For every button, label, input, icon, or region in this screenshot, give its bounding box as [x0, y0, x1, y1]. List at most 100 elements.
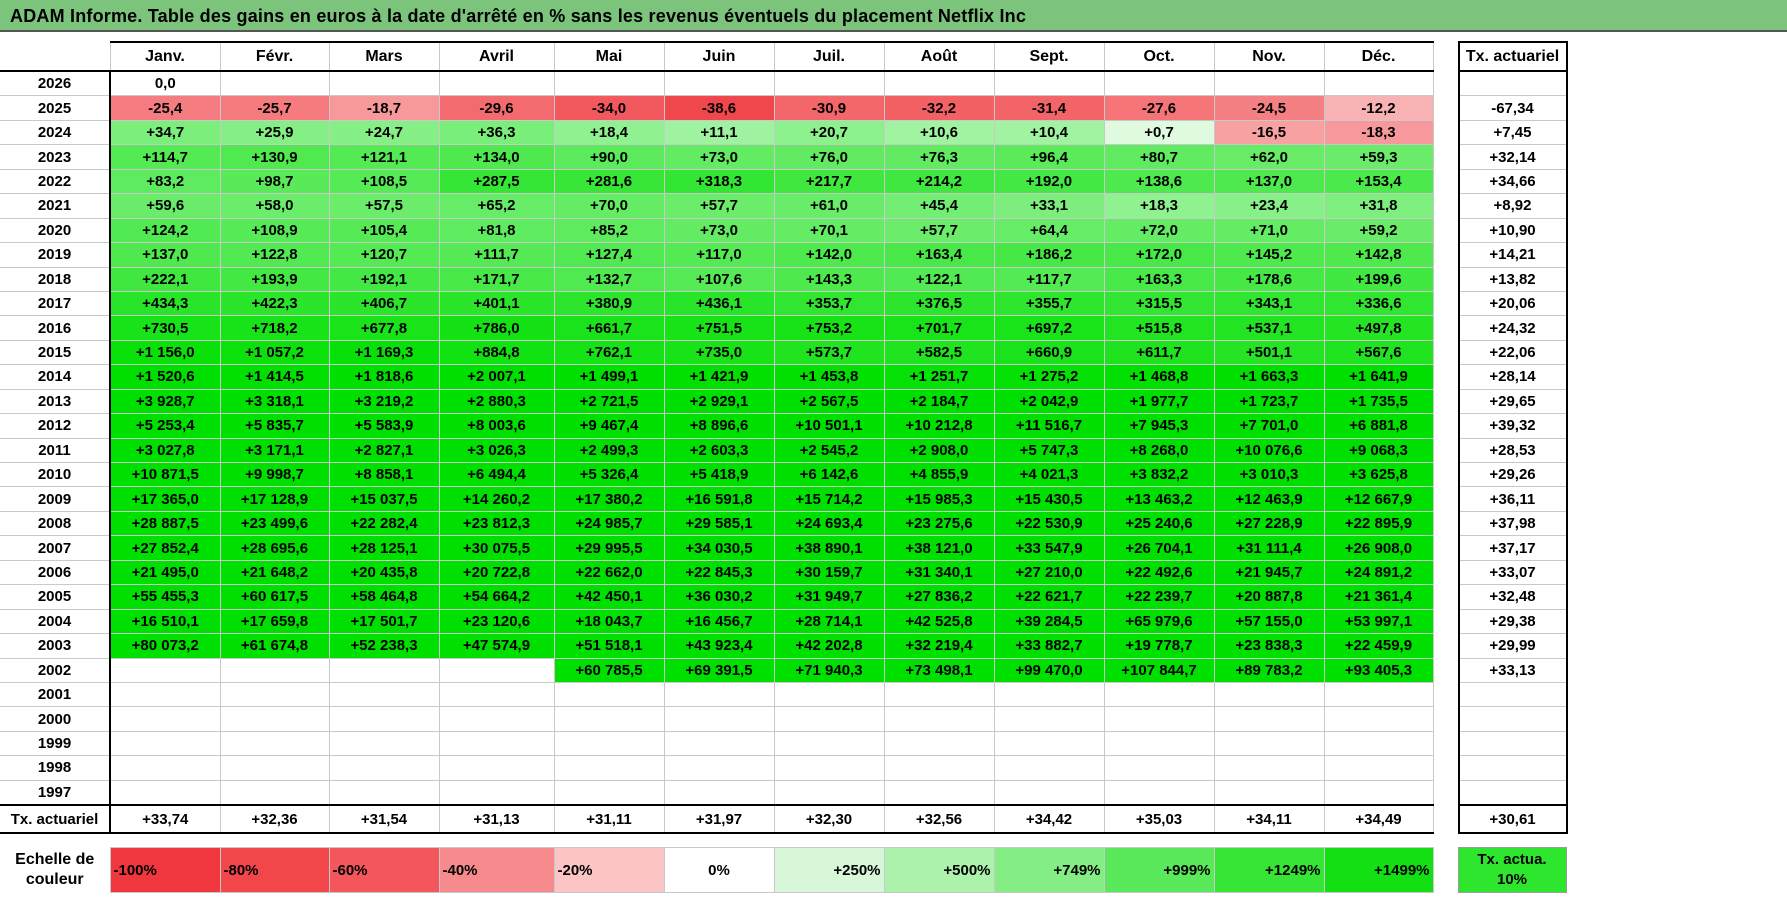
- gain-cell: [883, 779, 995, 806]
- tx-actuariel-cell: +10,90: [1457, 217, 1568, 244]
- column-gap: [1433, 438, 1459, 463]
- year-label: 2014: [0, 364, 111, 390]
- table-row: 2017 +434,3 +422,3 +406,7 +401,1 +380,9 +436,1…: [0, 290, 1568, 317]
- gain-cell: [883, 706, 995, 732]
- gain-cell: +2 567,5: [773, 388, 885, 415]
- column-gap: [1433, 193, 1459, 219]
- gain-cell: +217,7: [773, 168, 885, 195]
- gain-cell: [1103, 730, 1215, 757]
- column-gap: [1433, 682, 1459, 707]
- gain-cell: 0,0: [109, 70, 221, 97]
- gain-cell: +117,0: [663, 242, 775, 268]
- gain-cell: +22 530,9: [993, 510, 1105, 537]
- table-row: 2025 -25,4 -25,7 -18,7 -29,6 -34,0 -38,6 -30,9-…: [0, 95, 1568, 121]
- gain-cell: [328, 706, 440, 732]
- gain-cell: +138,6: [1103, 168, 1215, 195]
- gain-cell: +2 042,9: [993, 388, 1105, 415]
- footer-tx-cell: +32,30: [773, 804, 885, 835]
- table-row: 2023 +114,7 +130,9 +121,1 +134,0 +90,0 +73,0 +7…: [0, 144, 1568, 170]
- gain-cell: [328, 779, 440, 806]
- tx-actuariel-cell: [1457, 730, 1568, 757]
- gain-cell: +10 212,8: [883, 413, 995, 439]
- gain-cell: +85,2: [553, 217, 665, 244]
- gain-cell: +14 260,2: [438, 486, 555, 512]
- gain-cell: +376,5: [883, 290, 995, 317]
- gain-cell: +121,1: [328, 144, 440, 170]
- column-gap: [1433, 340, 1459, 365]
- tx-actuariel-cell: +29,38: [1457, 608, 1568, 635]
- gain-cell: +142,8: [1323, 242, 1434, 268]
- gain-cell: +436,1: [663, 290, 775, 317]
- gain-cell: +18 043,7: [553, 608, 665, 635]
- tx-actuariel-cell: +20,06: [1457, 290, 1568, 317]
- gain-cell: [328, 730, 440, 757]
- gain-cell: +24 891,2: [1323, 559, 1434, 586]
- gain-cell: +15 430,5: [993, 486, 1105, 512]
- gain-cell: +2 603,3: [663, 437, 775, 464]
- header-row: Janv. Févr. Mars Avril Mai Juin Juil. Ao…: [0, 41, 1568, 72]
- year-label: 2021: [0, 193, 111, 219]
- gain-cell: +51 518,1: [553, 633, 665, 659]
- gain-cell: +28 887,5: [109, 510, 221, 537]
- gain-cell: +199,6: [1323, 266, 1434, 292]
- gain-cell: [773, 706, 885, 732]
- gain-cell: +501,1: [1213, 339, 1325, 366]
- gain-cell: +660,9: [993, 339, 1105, 366]
- table-row: 2000: [0, 706, 1568, 732]
- year-label: 2006: [0, 559, 111, 586]
- gain-cell: [663, 755, 775, 781]
- gain-cell: +730,5: [109, 315, 221, 341]
- year-label: 2001: [0, 681, 111, 708]
- year-label: 1998: [0, 755, 111, 781]
- gain-cell: +422,3: [219, 290, 330, 317]
- gain-cell: +117,7: [993, 266, 1105, 292]
- gain-cell: +661,7: [553, 315, 665, 341]
- gain-cell: +1 468,8: [1103, 364, 1215, 390]
- table-row: 2004 +16 510,1 +17 659,8 +17 501,7 +23 120,6…: [0, 608, 1568, 635]
- gain-cell: +12 463,9: [1213, 486, 1325, 512]
- column-gap: [1433, 560, 1459, 585]
- gain-cell: +3 219,2: [328, 388, 440, 415]
- gain-cell: +192,1: [328, 266, 440, 292]
- gain-cell: +567,6: [1323, 339, 1434, 366]
- gain-cell: +18,3: [1103, 193, 1215, 219]
- year-label: 2017: [0, 290, 111, 317]
- column-gap: [1433, 609, 1459, 634]
- gain-cell: +20,7: [773, 119, 885, 146]
- gain-cell: +145,2: [1213, 242, 1325, 268]
- tx-actuariel-cell: [1457, 681, 1568, 708]
- gain-cell: +32 219,4: [883, 633, 995, 659]
- gain-cell: +43 923,4: [663, 633, 775, 659]
- column-gap: [1433, 848, 1458, 893]
- gain-cell: +23 838,3: [1213, 633, 1325, 659]
- gain-cell: +5 418,9: [663, 461, 775, 488]
- gain-cell: +1 499,1: [553, 364, 665, 390]
- table-row: 1998: [0, 755, 1568, 781]
- gain-cell: +5 747,3: [993, 437, 1105, 464]
- gain-cell: [219, 681, 330, 708]
- table-row: 1999: [0, 730, 1568, 757]
- year-label: 2024: [0, 119, 111, 146]
- gain-cell: +38 121,0: [883, 535, 995, 561]
- gain-cell: +5 835,7: [219, 413, 330, 439]
- gain-cell: [438, 681, 555, 708]
- gain-cell: +23 812,3: [438, 510, 555, 537]
- footer-tx-cell: +33,74: [109, 804, 221, 835]
- gain-cell: +81,8: [438, 217, 555, 244]
- gain-cell: +21 945,7: [1213, 559, 1325, 586]
- gain-cell: +65 979,6: [1103, 608, 1215, 635]
- column-gap: [1433, 706, 1459, 732]
- gain-cell: [1213, 755, 1325, 781]
- gain-cell: +28 714,1: [773, 608, 885, 635]
- table-row: 2024 +34,7 +25,9 +24,7 +36,3 +18,4 +11,1 +20,7 +…: [0, 119, 1568, 146]
- gain-cell: +434,3: [109, 290, 221, 317]
- year-label: 2005: [0, 584, 111, 610]
- legend-swatch: +749%: [993, 847, 1105, 893]
- gain-cell: +93 405,3: [1323, 657, 1434, 683]
- gain-cell: +9 467,4: [553, 413, 665, 439]
- gain-cell: [993, 706, 1105, 732]
- gain-cell: +1 251,7: [883, 364, 995, 390]
- tx-actuariel-cell: +29,65: [1457, 388, 1568, 415]
- gain-cell: +31,8: [1323, 193, 1434, 219]
- column-gap: [1433, 389, 1459, 414]
